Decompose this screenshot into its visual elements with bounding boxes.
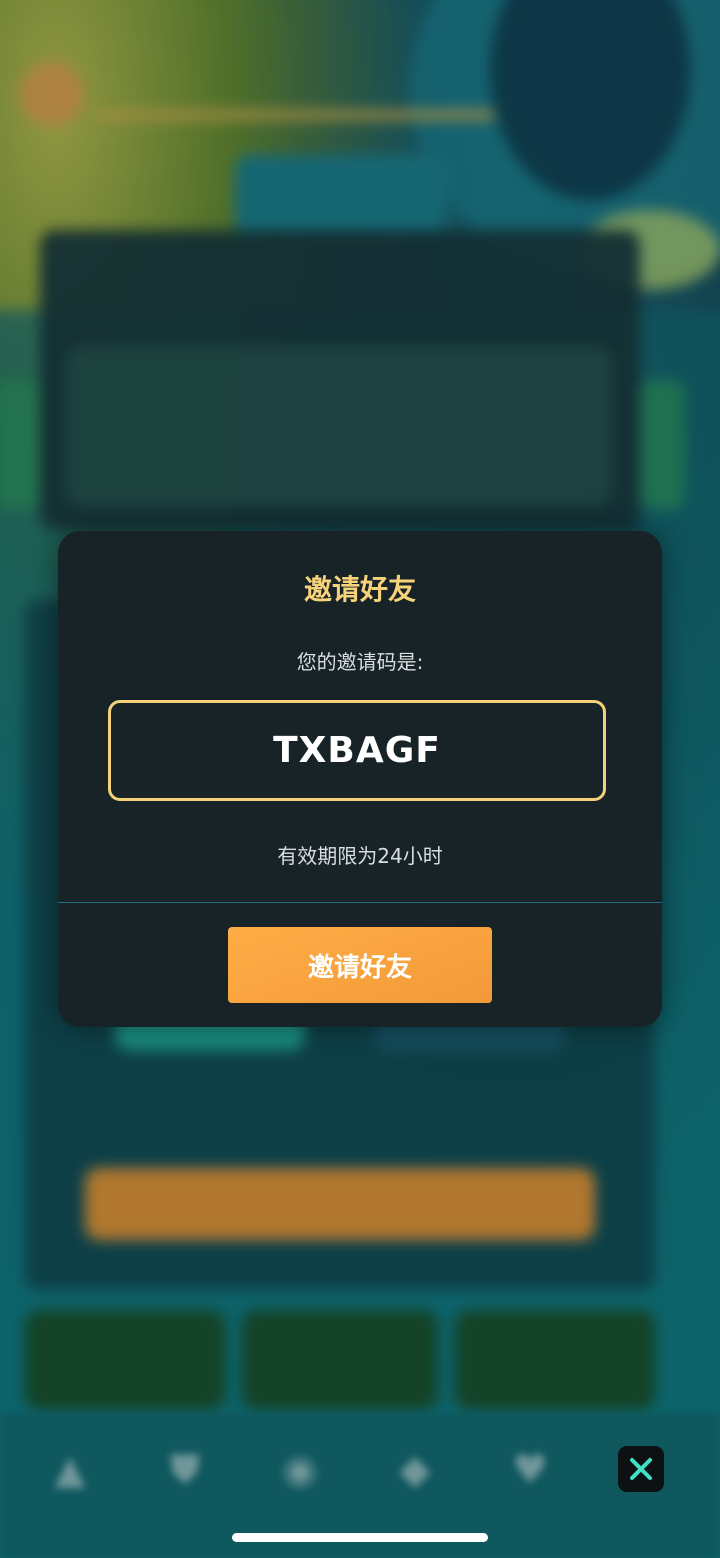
home-indicator[interactable] [232, 1533, 488, 1542]
invite-code-field[interactable]: TXBAGF [108, 700, 606, 801]
close-icon [630, 1458, 652, 1480]
invite-friends-button[interactable]: 邀请好友 [228, 927, 492, 1003]
dialog-title: 邀请好友 [303, 573, 416, 606]
validity-note: 有效期限为24小时 [277, 844, 443, 868]
close-button[interactable] [618, 1446, 664, 1492]
invite-code-label: 您的邀请码是: [296, 650, 424, 674]
dialog-divider [58, 902, 662, 903]
